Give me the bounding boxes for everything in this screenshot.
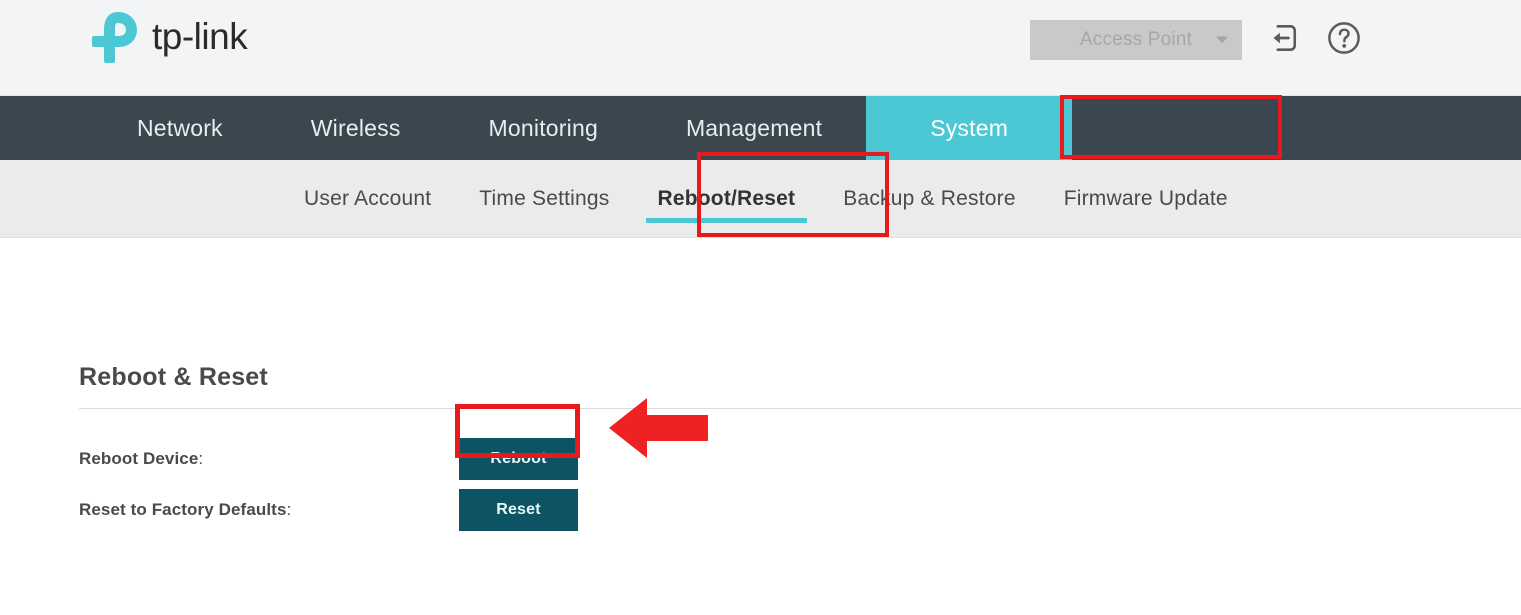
form-row-reboot-device: Reboot Device: Reboot bbox=[79, 438, 578, 480]
nav-item-network[interactable]: Network bbox=[93, 96, 267, 160]
help-circle-icon bbox=[1326, 20, 1362, 61]
subnav-item-user-account[interactable]: User Account bbox=[280, 160, 455, 237]
form-row-reset-factory-defaults: Reset to Factory Defaults: Reset bbox=[79, 489, 578, 531]
tp-link-logo-icon bbox=[88, 9, 146, 67]
app-header: tp-link Access Point bbox=[0, 0, 1521, 96]
subnav-item-label: User Account bbox=[304, 186, 432, 210]
nav-item-label: Network bbox=[137, 114, 223, 141]
label-colon: : bbox=[198, 449, 204, 468]
nav-item-label: System bbox=[930, 114, 1009, 141]
main-navigation: Network Wireless Monitoring Management S… bbox=[0, 96, 1521, 160]
active-tab-underline bbox=[645, 218, 808, 223]
sub-navigation: User Account Time Settings Reboot/Reset … bbox=[0, 152, 1521, 238]
subnav-item-label: Firmware Update bbox=[1063, 186, 1228, 210]
subnav-item-label: Time Settings bbox=[479, 186, 610, 210]
reset-button[interactable]: Reset bbox=[459, 489, 578, 531]
content-area: Reboot & Reset Reboot Device: Reboot Res… bbox=[0, 238, 1521, 615]
nav-item-system[interactable]: System bbox=[866, 96, 1073, 160]
header-controls: Access Point bbox=[1030, 18, 1366, 62]
operation-mode-value: Access Point bbox=[1079, 29, 1193, 50]
nav-item-wireless[interactable]: Wireless bbox=[267, 96, 445, 160]
brand-logo[interactable]: tp-link bbox=[88, 9, 248, 67]
logout-icon bbox=[1265, 21, 1299, 60]
reset-factory-defaults-label-text: Reset to Factory Defaults bbox=[79, 500, 287, 519]
subnav-item-firmware-update[interactable]: Firmware Update bbox=[1040, 160, 1252, 237]
nav-item-label: Wireless bbox=[310, 114, 401, 141]
reset-factory-defaults-label: Reset to Factory Defaults: bbox=[79, 500, 459, 520]
reboot-device-label-text: Reboot Device bbox=[79, 449, 199, 468]
subnav-item-label: Reboot/Reset bbox=[657, 186, 796, 210]
nav-item-monitoring[interactable]: Monitoring bbox=[445, 96, 642, 160]
logout-button[interactable] bbox=[1260, 18, 1304, 62]
subnav-item-reboot-reset[interactable]: Reboot/Reset bbox=[634, 160, 820, 237]
reboot-button[interactable]: Reboot bbox=[459, 438, 578, 480]
nav-item-label: Monitoring bbox=[488, 114, 598, 141]
nav-item-management[interactable]: Management bbox=[642, 96, 866, 160]
reboot-device-label: Reboot Device: bbox=[79, 449, 459, 469]
subnav-item-label: Backup & Restore bbox=[843, 186, 1016, 210]
page-title: Reboot & Reset bbox=[79, 363, 268, 391]
nav-item-label: Management bbox=[685, 114, 823, 141]
label-colon: : bbox=[286, 500, 292, 519]
chevron-down-icon bbox=[1216, 36, 1228, 44]
subnav-item-time-settings[interactable]: Time Settings bbox=[455, 160, 633, 237]
operation-mode-select[interactable]: Access Point bbox=[1030, 20, 1242, 60]
brand-name: tp-link bbox=[152, 15, 248, 57]
subnav-item-backup-restore[interactable]: Backup & Restore bbox=[819, 160, 1039, 237]
title-divider bbox=[79, 408, 1521, 409]
help-button[interactable] bbox=[1322, 18, 1366, 62]
